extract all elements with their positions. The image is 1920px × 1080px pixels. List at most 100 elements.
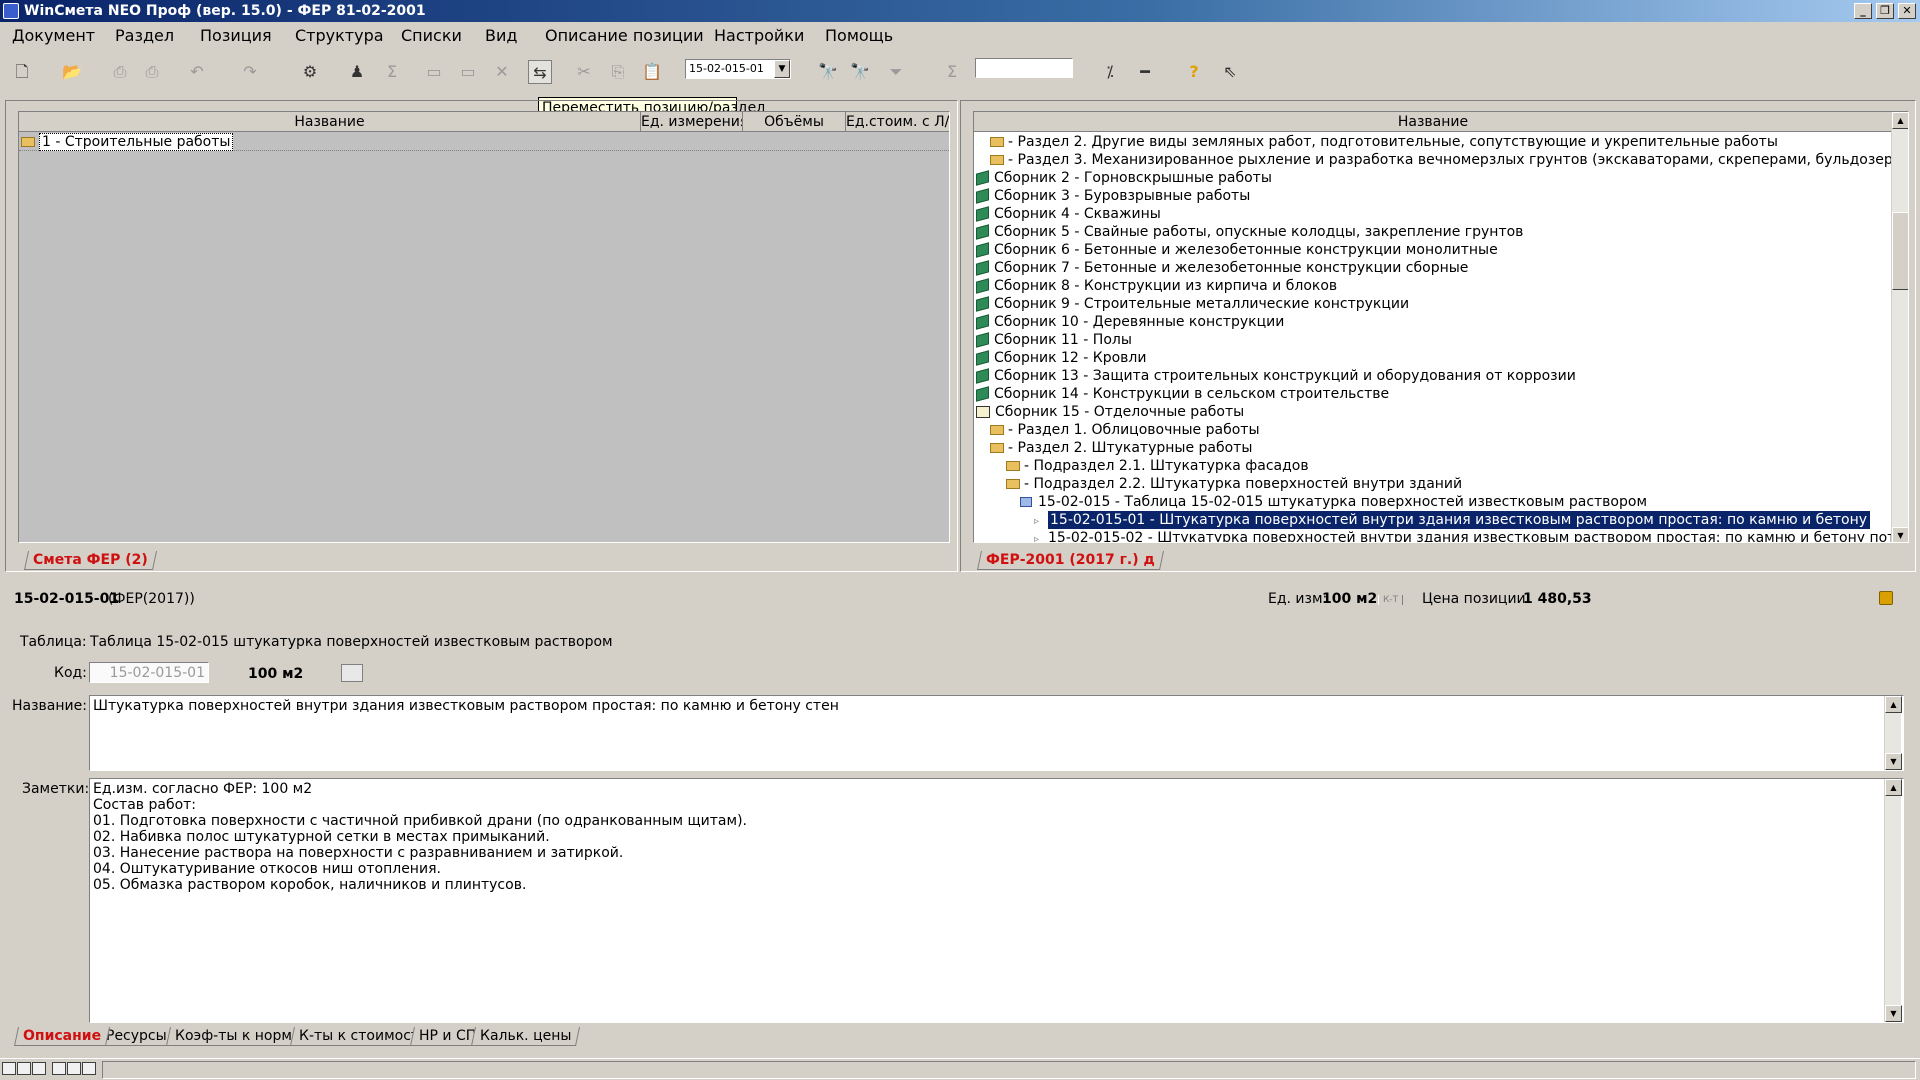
find-icon[interactable]: 🔭 [816,60,840,84]
notes-field[interactable]: Ед.изм. согласно ФЕР: 100 м2 Состав рабо… [89,778,1904,1023]
find-next-icon[interactable]: 🔭 [848,60,872,84]
worker-icon[interactable]: ♟ [345,60,369,84]
lookup-icon[interactable] [341,664,363,682]
filter-icon[interactable]: ⏷ [884,60,908,84]
folder-icon [1006,461,1020,471]
tree-row[interactable]: Сборник 10 - Деревянные конструкции [976,313,1284,331]
copy-icon[interactable]: ⎘ [606,60,630,84]
open-folder-icon[interactable]: 📂 [60,60,84,84]
scroll-up-icon[interactable]: ▲ [1885,696,1902,713]
tab-price-calc[interactable]: Кальк. цены [470,1027,581,1046]
tree-row[interactable]: Сборник 15 - Отделочные работы [976,403,1244,421]
tree-row[interactable]: Сборник 11 - Полы [976,331,1132,349]
sum-icon[interactable]: Σ [380,60,404,84]
tree-row[interactable]: - Раздел 2. Штукатурные работы [990,439,1252,457]
col-volume[interactable]: Объёмы [743,112,846,132]
move-position-icon[interactable]: ⇆ [528,60,552,84]
scroll-thumb[interactable] [1892,212,1908,290]
col-name[interactable]: Название [19,112,641,132]
restore-button[interactable]: ❐ [1876,3,1894,19]
tree-row[interactable]: - Раздел 2. Другие виды земляных работ, … [990,133,1778,151]
undo-icon[interactable]: ↶ [185,60,209,84]
menu-position[interactable]: Позиция [200,26,272,46]
col-unit-cost[interactable]: Ед.стоим. с Л/З [846,112,949,132]
menu-lists[interactable]: Списки [401,26,462,46]
remove-coefficient-icon[interactable]: ━ [1133,60,1157,84]
tree-row[interactable]: Сборник 5 - Свайные работы, опускные кол… [976,223,1523,241]
menu-help[interactable]: Помощь [825,26,893,46]
code-field[interactable]: 15-02-015-01 [89,662,209,683]
unit-label: Ед. изм: [1268,591,1328,607]
kt-button[interactable]: К-Т [1378,595,1404,605]
folder-icon [990,443,1004,453]
tree-row[interactable]: Сборник 14 - Конструкции в сельском стро… [976,385,1389,403]
table-row[interactable]: 1 - Строительные работы [19,133,949,151]
insert-position-icon[interactable]: ▭ [456,60,480,84]
tree-row[interactable]: - Подраздел 2.2. Штукатурка поверхностей… [1006,475,1462,493]
menu-structure[interactable]: Структура [295,26,384,46]
delete-icon[interactable]: ✕ [490,60,514,84]
add-coefficient-icon[interactable]: ⁒ [1098,60,1122,84]
book-icon [976,188,989,204]
scroll-down-icon[interactable]: ▼ [1885,1005,1902,1022]
tree-row[interactable]: Сборник 6 - Бетонные и железобетонные ко… [976,241,1498,259]
vertical-scrollbar[interactable]: ▲ ▼ [1891,112,1908,542]
calculate-icon[interactable]: ⚙ [298,60,322,84]
search-input[interactable] [975,58,1073,78]
redo-icon[interactable]: ↷ [238,60,262,84]
print-icon[interactable]: ⎙ [108,60,132,84]
view-grid-icon[interactable] [17,1062,31,1075]
view-left-icon[interactable] [52,1062,66,1075]
view-split-icon[interactable] [32,1062,46,1075]
insert-resource-icon[interactable]: ▭ [422,60,446,84]
scroll-down-icon[interactable]: ▼ [1892,527,1908,542]
tree-row[interactable]: - Раздел 3. Механизированное рыхление и … [990,151,1908,169]
tab-description[interactable]: Описание [13,1027,111,1046]
menu-position-description[interactable]: Описание позиции [545,26,704,46]
context-help-icon[interactable]: ⇖ [1218,60,1242,84]
tree-row[interactable]: ▹ 15-02-015-02 - Штукатурка поверхностей … [1034,529,1908,542]
tree-row[interactable]: - Подраздел 2.1. Штукатурка фасадов [1006,457,1309,475]
chevron-down-icon[interactable]: ▼ [774,60,790,78]
scroll-down-icon[interactable]: ▼ [1885,753,1902,770]
tree-row[interactable]: Сборник 13 - Защита строительных констру… [976,367,1576,385]
tree-row[interactable]: - Раздел 1. Облицовочные работы [990,421,1260,439]
menu-section[interactable]: Раздел [115,26,174,46]
tree-row[interactable]: 15-02-015 - Таблица 15-02-015 штукатурка… [1020,493,1647,511]
scroll-up-icon[interactable]: ▲ [1892,112,1908,129]
tree-row[interactable]: Сборник 7 - Бетонные и железобетонные ко… [976,259,1468,277]
name-field[interactable]: Штукатурка поверхностей внутри здания из… [89,695,1904,771]
menu-view[interactable]: Вид [485,26,517,46]
menu-settings[interactable]: Настройки [714,26,804,46]
scroll-up-icon[interactable]: ▲ [1885,779,1902,796]
tree-row[interactable]: Сборник 3 - Буровзрывные работы [976,187,1250,205]
total-icon[interactable]: Σ [940,60,964,84]
tree-row[interactable]: Сборник 8 - Конструкции из кирпича и бло… [976,277,1337,295]
col-unit[interactable]: Ед. измерения [641,112,743,132]
cut-icon[interactable]: ✂ [572,60,596,84]
tab-fer-2001[interactable]: ФЕР-2001 (2017 г.) д [976,551,1164,570]
tree-row[interactable]: Сборник 12 - Кровли [976,349,1146,367]
name-scrollbar[interactable]: ▲ ▼ [1884,696,1902,770]
view-both-icon[interactable] [67,1062,81,1075]
view-normal-icon[interactable] [2,1062,16,1075]
close-button[interactable]: ✕ [1898,3,1916,19]
tree-row[interactable]: Сборник 9 - Строительные металлические к… [976,295,1409,313]
tab-estimate[interactable]: Смета ФЕР (2) [23,551,157,570]
notes-scrollbar[interactable]: ▲ ▼ [1884,779,1902,1022]
view-right-icon[interactable] [82,1062,96,1075]
print-preview-icon[interactable]: ⎙ [140,60,164,84]
col-name[interactable]: Название [974,112,1893,132]
tree-row-label: - Подраздел 2.2. Штукатурка поверхностей… [1024,476,1463,492]
tree-row[interactable]: Сборник 2 - Горновскрышные работы [976,169,1272,187]
help-icon[interactable]: ? [1182,60,1206,84]
code-label: Код: [54,665,87,681]
minimize-button[interactable]: _ [1854,3,1872,19]
tree-row[interactable]: ▹ 15-02-015-01 - Штукатурка поверхностей … [1034,510,1905,530]
tree-row[interactable]: Сборник 4 - Скважины [976,205,1161,223]
lock-icon[interactable] [1879,591,1893,605]
menu-document[interactable]: Документ [12,26,95,46]
new-document-icon[interactable]: 🗋 [10,60,34,84]
paste-icon[interactable]: 📋 [640,60,664,84]
position-combo[interactable]: 15-02-015-01 ▼ [685,59,791,79]
